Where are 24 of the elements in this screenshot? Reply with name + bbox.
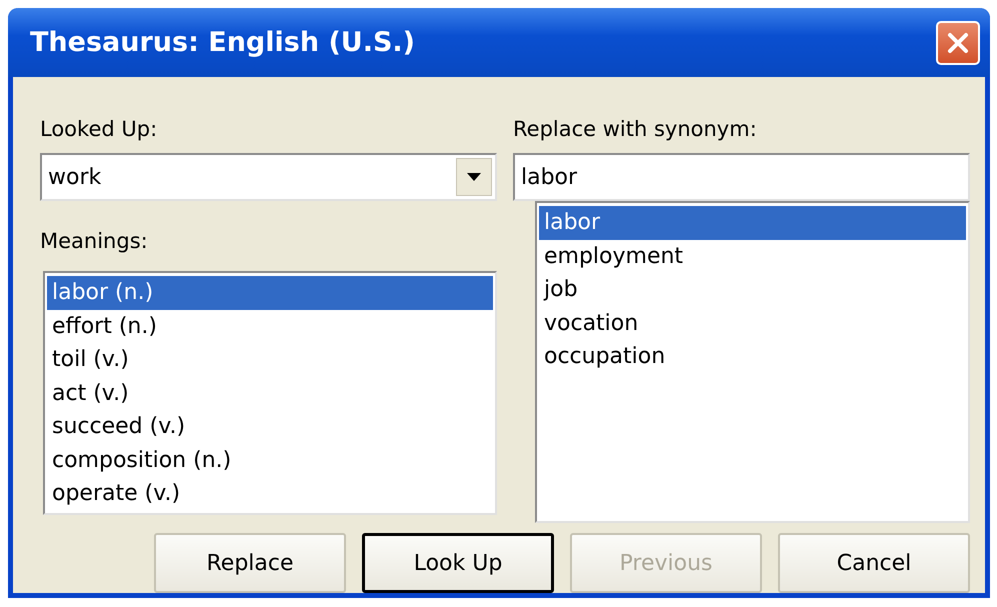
dialog-button[interactable]: Look Up — [362, 533, 554, 593]
window-title: Thesaurus: English (U.S.) — [30, 27, 416, 58]
synonym-item[interactable]: occupation — [539, 340, 966, 374]
looked-up-combobox[interactable]: work — [40, 153, 497, 201]
synonym-label: Replace with synonym: — [513, 116, 757, 143]
looked-up-label: Looked Up: — [40, 116, 158, 143]
synonym-item[interactable]: vocation — [539, 306, 966, 340]
meaning-item[interactable]: effort (n.) — [47, 310, 493, 343]
meaning-item[interactable]: operate (v.) — [47, 477, 493, 510]
dropdown-button[interactable] — [456, 158, 492, 196]
meaning-item[interactable]: composition (n.) — [47, 444, 493, 477]
caret-icon — [467, 173, 481, 181]
synonym-item[interactable]: job — [539, 273, 966, 306]
dialog-button[interactable]: Replace — [154, 533, 346, 593]
dialog-button[interactable]: Cancel — [778, 533, 970, 593]
meaning-item[interactable]: toil (v.) — [47, 343, 493, 376]
meaning-item[interactable]: labor (n.) — [47, 276, 493, 310]
meanings-label: Meanings: — [40, 228, 148, 255]
meaning-item[interactable]: act (v.) — [47, 376, 493, 410]
synonym-item[interactable]: labor — [539, 206, 966, 240]
close-button[interactable] — [936, 20, 980, 64]
meaning-item[interactable]: succeed (v.) — [47, 410, 493, 444]
synonym-field[interactable]: labor — [513, 153, 970, 201]
synonym-item[interactable]: employment — [539, 240, 966, 273]
